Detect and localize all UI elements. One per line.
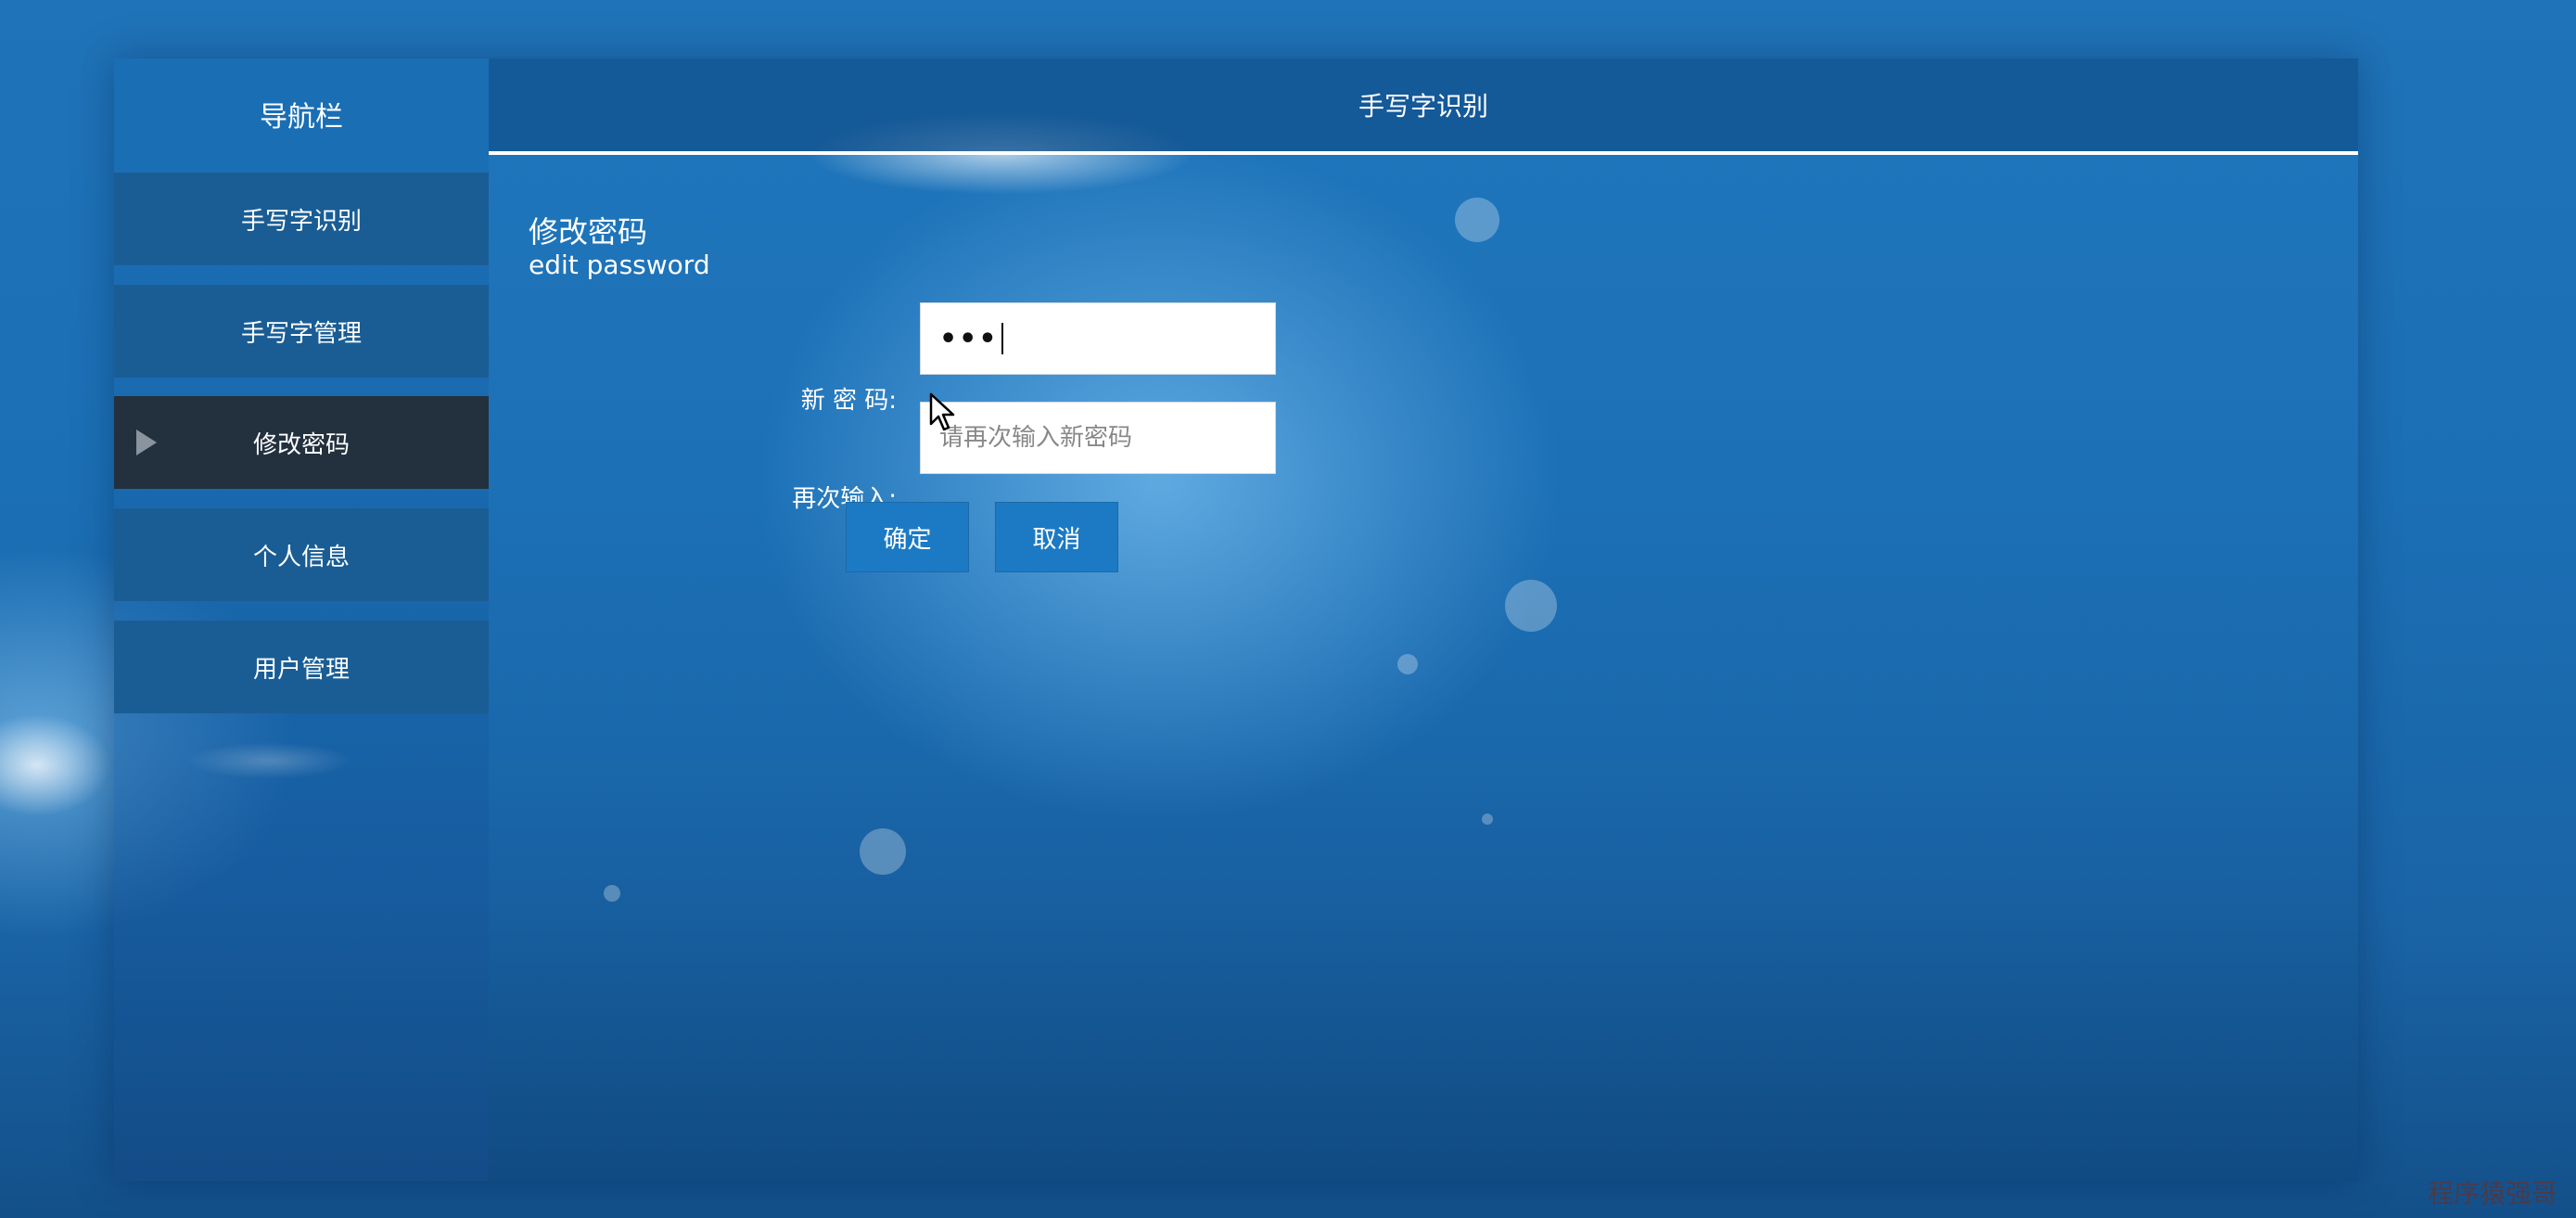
cancel-button[interactable]: 取消: [995, 502, 1118, 572]
decorative-bubble: [1482, 814, 1493, 825]
confirm-button[interactable]: 确定: [846, 502, 969, 572]
main-panel: 手写字识别 修改密码 edit password 新 密 码: ••• 再次输入…: [489, 58, 2358, 1181]
sidebar-item-label: 手写字识别: [240, 207, 362, 236]
sidebar-item-handwriting-management[interactable]: 手写字管理: [114, 285, 489, 378]
section-subtitle: edit password: [529, 250, 710, 280]
sidebar-item-change-password[interactable]: 修改密码: [114, 396, 489, 489]
sidebar-item-personal-info[interactable]: 个人信息: [114, 508, 489, 601]
sidebar: 导航栏 手写字识别 手写字管理 修改密码 个人信息 用户管理: [114, 58, 489, 1181]
decorative-bubble: [1455, 198, 1499, 242]
active-arrow-icon: [136, 430, 157, 455]
text-caret: [1001, 323, 1003, 354]
mouse-cursor-icon: [929, 392, 955, 431]
decorative-bubble: [604, 885, 620, 902]
watermark: 程序猿强哥: [2427, 1178, 2557, 1209]
decorative-bubble: [860, 828, 906, 875]
new-password-label: 新 密 码:: [800, 387, 897, 415]
page-header: 手写字识别: [489, 58, 2358, 155]
sidebar-item-label: 修改密码: [252, 430, 350, 459]
sidebar-title: 导航栏: [114, 58, 489, 170]
sidebar-item-label: 手写字管理: [240, 319, 362, 348]
confirm-password-field[interactable]: [920, 402, 1276, 474]
background-cloud: [0, 714, 111, 816]
decorative-bubble: [1397, 654, 1418, 674]
sidebar-item-user-management[interactable]: 用户管理: [114, 621, 489, 713]
decorative-bubble: [1505, 580, 1557, 632]
new-password-value: •••: [939, 322, 999, 355]
sidebar-item-label: 用户管理: [252, 655, 350, 684]
app-window: 导航栏 手写字识别 手写字管理 修改密码 个人信息 用户管理 手写字识别 修改密…: [114, 58, 2358, 1181]
section-title: 修改密码: [529, 214, 648, 250]
page-title: 手写字识别: [1358, 91, 1488, 122]
sidebar-item-handwriting-recognition[interactable]: 手写字识别: [114, 173, 489, 265]
sidebar-item-label: 个人信息: [252, 543, 350, 571]
new-password-field[interactable]: •••: [920, 302, 1276, 375]
